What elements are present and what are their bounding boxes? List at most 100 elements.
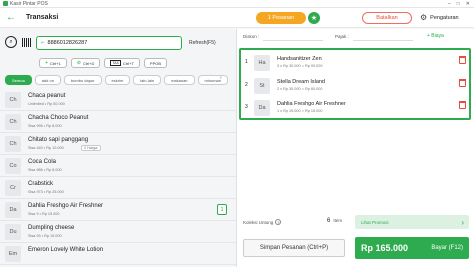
search-icon[interactable]: ⌕ <box>5 36 17 48</box>
bayar-label: Bayar (F12) <box>431 245 463 251</box>
cart-item-meta: 1 x Rp 15.000 = Rp 15.000 <box>277 109 323 113</box>
maximize-icon[interactable]: □ <box>457 1 460 7</box>
product-name: Dumpling cheese <box>28 225 75 231</box>
trash-icon[interactable] <box>459 79 466 87</box>
pengaturan-label: Pengaturan <box>430 14 459 21</box>
top-header: ← Transaksi 1 Pesanan ★ Batalkan ⚙ Penga… <box>0 8 474 28</box>
product-meta: Unlimited • Rp 50.000 <box>28 102 65 106</box>
tax-chip[interactable]: TAX Ctrl+T <box>104 58 140 68</box>
cart-row[interactable]: 2 St Stella Dream Island 2 x Rp 30.000 =… <box>241 75 469 97</box>
search-input-value: 8886012826287 <box>47 40 88 46</box>
add-product-chip[interactable]: + Ctrl+1 <box>39 58 67 68</box>
cart-row-number: 3 <box>245 104 248 110</box>
simpan-pesanan-button[interactable]: Simpan Pesanan (Ctrl+P) <box>243 239 345 257</box>
app-logo-icon <box>3 1 8 6</box>
list-item[interactable]: Em Emeron Lovely White Lotion <box>0 243 236 265</box>
koleksi-untung: Koleksi Untung ? <box>243 219 282 225</box>
back-arrow-icon[interactable]: ← <box>6 12 16 23</box>
product-name: Chacha Choco Peanut <box>28 115 89 121</box>
multi-price-badge: 2 Harga <box>81 145 101 151</box>
product-name: Emeron Lovely White Lotion <box>28 247 104 253</box>
product-avatar: Ch <box>5 114 21 130</box>
product-qty-badge[interactable]: 1 <box>217 204 227 215</box>
product-avatar: Ch <box>5 92 21 108</box>
pajak-label[interactable]: Pajak : <box>335 34 349 39</box>
trash-icon[interactable] <box>459 101 466 109</box>
add-biaya-button[interactable]: + Biaya <box>427 33 444 39</box>
category-tab[interactable]: add on <box>34 75 61 85</box>
refresh-button[interactable]: Refresh(F5) <box>189 40 216 46</box>
chip-label: Ctrl+D <box>82 60 95 66</box>
discount-chip[interactable]: ⊘ Ctrl+D <box>70 58 101 68</box>
chip-label: PPOB <box>149 60 162 66</box>
list-item[interactable]: Ch Chaca peanut Unlimited • Rp 50.000 <box>0 89 236 111</box>
ppob-chip[interactable]: PPOB <box>143 58 168 68</box>
chip-label: Ctrl+1 <box>49 60 61 66</box>
product-list: Ch Chaca peanut Unlimited • Rp 50.000 Ch… <box>0 89 236 265</box>
barcode-icon[interactable] <box>22 38 32 47</box>
cart-list: 1 Ha Handsanitizer Zen 3 x Rp 30.000 = R… <box>239 48 471 120</box>
close-icon[interactable]: ✕ <box>466 1 470 7</box>
list-item[interactable]: Cr Crabstick Sisa 973 • Rp 25.000 <box>0 177 236 199</box>
window-controls: – □ ✕ <box>448 1 474 7</box>
minimize-icon[interactable]: – <box>448 1 451 7</box>
window-titlebar: Kasir Pintar POS – □ ✕ <box>0 0 474 8</box>
category-tab[interactable]: minuman <box>197 75 228 85</box>
list-item[interactable]: Da Dahlia Freshgo Air Freshner Sisa 9 • … <box>0 199 236 221</box>
category-tab[interactable]: makanan <box>164 75 195 85</box>
help-icon[interactable]: ? <box>275 219 282 225</box>
diskon-label[interactable]: Diskon : <box>243 34 259 39</box>
gear-icon: ⚙ <box>420 13 428 22</box>
product-avatar: Da <box>5 202 21 218</box>
item-count-label: Item <box>333 218 343 223</box>
adjustments-row: Diskon : Pajak : + Biaya <box>237 29 474 43</box>
product-avatar: Co <box>5 158 21 174</box>
list-item[interactable]: Ch Chitato sapi panggang Sisa 440 • Rp 1… <box>0 133 236 155</box>
cart-row[interactable]: 1 Ha Handsanitizer Zen 3 x Rp 30.000 = R… <box>241 52 469 74</box>
batalkan-button[interactable]: Batalkan <box>362 12 412 24</box>
category-tab[interactable]: lain-lain <box>133 75 162 85</box>
diskon-field-line <box>263 40 323 41</box>
product-meta: Sisa 996 • Rp 8.000 <box>28 124 62 128</box>
product-meta: Sisa 93 • Rp 15.000 <box>28 234 62 238</box>
koleksi-label: Koleksi Untung <box>243 219 274 225</box>
promo-label: Lihat Promosi <box>361 219 389 225</box>
category-tab[interactable]: bumbu dapur <box>63 75 102 85</box>
pajak-field-line <box>353 40 413 41</box>
cart-row-number: 1 <box>245 59 248 65</box>
list-item[interactable]: Du Dumpling cheese Sisa 93 • Rp 15.000 <box>0 221 236 243</box>
cart-avatar: St <box>254 78 270 94</box>
cart-avatar: Ha <box>254 55 270 71</box>
cart-avatar: Da <box>254 100 270 116</box>
product-name: Chaca peanut <box>28 93 66 99</box>
chevron-right-icon[interactable]: › <box>220 75 222 81</box>
total-amount: Rp 165.000 <box>361 243 409 253</box>
category-tab[interactable]: Semua <box>5 75 32 85</box>
list-item[interactable]: Co Coca Cola Sisa 986 • Rp 8.000 <box>0 155 236 177</box>
favorite-star-icon[interactable]: ★ <box>308 12 320 24</box>
cart-item-name: Dahlia Freshgo Air Freshner <box>277 101 346 107</box>
cart-item-meta: 3 x Rp 30.000 = Rp 90.000 <box>277 64 323 68</box>
product-panel: ⌕ ⌐ 8886012826287 Refresh(F5) + Ctrl+1 ⊘… <box>0 29 236 267</box>
trash-icon[interactable] <box>459 56 466 64</box>
bayar-button[interactable]: Rp 165.000 Bayar (F12) <box>355 237 469 259</box>
pengaturan-button[interactable]: ⚙ Pengaturan <box>420 13 459 22</box>
product-name: Chitato sapi panggang <box>28 137 89 143</box>
product-name: Dahlia Freshgo Air Freshner <box>28 203 104 209</box>
plus-icon: + <box>45 60 48 66</box>
chip-label: Ctrl+T <box>122 60 134 66</box>
cart-row[interactable]: 3 Da Dahlia Freshgo Air Freshner 1 x Rp … <box>241 97 469 119</box>
cart-row-number: 2 <box>245 82 248 88</box>
item-count: 6 Item <box>327 218 342 224</box>
window-title: Kasir Pintar POS <box>10 0 48 7</box>
item-count-value: 6 <box>327 218 331 224</box>
list-item[interactable]: Ch Chacha Choco Peanut Sisa 996 • Rp 8.0… <box>0 111 236 133</box>
product-avatar: Ch <box>5 136 21 152</box>
product-meta: Sisa 973 • Rp 25.000 <box>28 190 64 194</box>
pesanan-button[interactable]: 1 Pesanan <box>256 12 306 24</box>
category-tab[interactable]: eskrim <box>104 75 131 85</box>
lihat-promosi-button[interactable]: Lihat Promosi › <box>355 215 469 229</box>
search-input[interactable]: ⌐ 8886012826287 <box>36 36 182 50</box>
product-meta: Sisa 986 • Rp 8.000 <box>28 168 62 172</box>
category-tabs: Semua add on bumbu dapur eskrim lain-lai… <box>5 75 228 85</box>
